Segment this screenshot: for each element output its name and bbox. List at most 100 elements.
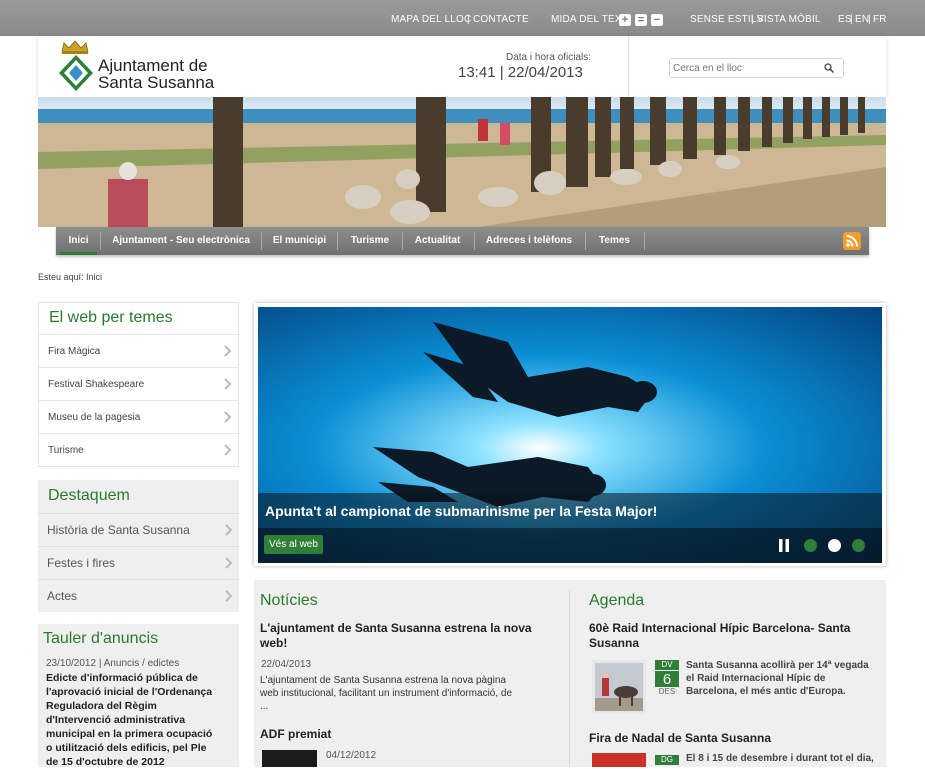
news-summary-line3: ...	[260, 701, 269, 712]
notice-line: Reguladora del Règim	[46, 700, 157, 712]
themes-item-label: Fira Màgica	[48, 346, 101, 357]
divider: |	[868, 14, 871, 25]
featured-item[interactable]: Festes i fires	[38, 546, 239, 579]
mobile-view-link[interactable]: VISTA MÒBIL	[757, 14, 821, 25]
divider: |	[751, 14, 754, 25]
official-datetime-value: 13:41 | 22/04/2013	[458, 64, 583, 81]
nav-separator	[261, 232, 262, 250]
slide-dot-2-active[interactable]	[828, 539, 841, 552]
text-size-increase-button[interactable]: +	[619, 14, 631, 26]
featured-item[interactable]: Actes	[38, 579, 239, 612]
notice-board-panel: Tauler d'anuncis 23/10/2012 | Anuncis / …	[38, 624, 239, 768]
news-summary-line1: L'ajuntament de Santa Susanna estrena la…	[260, 675, 506, 686]
breadcrumb: Esteu aquí: Inici	[38, 272, 103, 282]
nav-separator	[474, 232, 475, 250]
agenda-summary-line1: Santa Susanna acollirà per 14ª vegada	[686, 660, 869, 671]
slide-dot-3[interactable]	[852, 539, 865, 552]
themes-panel: El web per temes Fira Màgica Festival Sh…	[38, 302, 239, 467]
slide-dot-1[interactable]	[804, 539, 817, 552]
agenda-headline-2[interactable]: Fira de Nadal de Santa Susanna	[589, 731, 771, 746]
visit-website-button[interactable]: Vés al web	[264, 535, 323, 554]
horse-event-thumbnail[interactable]	[592, 660, 646, 714]
lang-fr-link[interactable]: FR	[873, 14, 887, 25]
hero-slider: Apunta't al campionat de submarinisme pe…	[254, 303, 886, 566]
notice-line: l'aprovació inicial de l'Ordenança	[46, 686, 213, 698]
nav-item-home[interactable]: Inici	[60, 227, 97, 255]
notice-line: o utilització dels edificis, pel Ple	[46, 742, 207, 754]
header-divider	[628, 36, 629, 98]
nav-item-temes[interactable]: Temes	[589, 227, 640, 255]
divider: |	[467, 14, 470, 25]
logo-text-line2[interactable]: Santa Susanna	[98, 73, 214, 93]
official-datetime-label: Data i hora oficials:	[506, 52, 592, 63]
sitemap-link[interactable]: MAPA DEL LLOC	[391, 14, 471, 25]
search-input[interactable]	[669, 58, 844, 78]
themes-title: El web per temes	[49, 309, 173, 326]
notice-line: de 15 d'octubre de 2012	[46, 756, 165, 768]
text-size-reset-button[interactable]: =	[635, 14, 647, 26]
chevron-right-icon	[224, 411, 232, 423]
column-divider	[569, 590, 570, 767]
agenda-summary-line3: Barcelona, el més antic d'Europa.	[686, 686, 846, 697]
featured-panel: Destaquem Història de Santa Susanna Fest…	[38, 480, 239, 612]
nav-item-adreces[interactable]: Adreces i telèfons	[478, 227, 580, 255]
nav-separator	[644, 232, 645, 250]
nav-item-municipi[interactable]: El municipi	[265, 227, 334, 255]
news-thumbnail[interactable]	[262, 750, 317, 767]
event-day-name: DV	[655, 660, 679, 670]
event-date-badge: DV 6 DES	[655, 660, 679, 697]
themes-item[interactable]: Festival Shakespeare	[39, 367, 238, 400]
main-navigation: Inici Ajuntament - Seu electrònica El mu…	[56, 227, 869, 255]
chevron-right-icon	[225, 557, 233, 569]
event-date-badge-2: DG	[655, 755, 679, 765]
themes-item[interactable]: Museu de la pagesia	[39, 400, 238, 433]
agenda-headline-line1[interactable]: 60è Raid Internacional Hípic Barcelona- …	[589, 621, 850, 636]
featured-title: Destaquem	[48, 487, 130, 504]
crown-icon	[61, 40, 89, 54]
nav-separator	[585, 232, 586, 250]
notice-line: Edicte d'informació pública de	[46, 672, 198, 684]
themes-item[interactable]: Turisme	[39, 433, 238, 466]
coat-of-arms-icon[interactable]	[58, 54, 94, 92]
featured-item[interactable]: Història de Santa Susanna	[38, 513, 239, 546]
search-icon[interactable]	[824, 63, 834, 73]
notice-board-title: Tauler d'anuncis	[43, 630, 159, 647]
nav-item-actualitat[interactable]: Actualitat	[406, 227, 469, 255]
agenda-headline-line2[interactable]: Susanna	[589, 636, 639, 651]
news-headline-2[interactable]: ADF premiat	[260, 727, 331, 742]
beach-banner-image	[38, 97, 886, 227]
pause-icon[interactable]	[778, 539, 790, 552]
themes-item-label: Festival Shakespeare	[48, 379, 145, 390]
slide-control-bar: Vés al web	[258, 528, 882, 563]
notice-meta: 23/10/2012 | Anuncis / edictes	[46, 658, 180, 669]
featured-item-label: Història de Santa Susanna	[47, 523, 190, 537]
agenda-summary-line2: el Raid Internacional Hípic de	[686, 673, 826, 684]
agenda-title: Agenda	[589, 592, 645, 609]
nav-item-ajuntament[interactable]: Ajuntament - Seu electrònica	[106, 227, 256, 255]
news-agenda-panel: Notícies L'ajuntament de Santa Susanna e…	[254, 580, 886, 767]
news-date-2: 04/12/2012	[326, 750, 377, 761]
news-headline-line1[interactable]: L'ajuntament de Santa Susanna estrena la…	[260, 621, 532, 636]
fair-event-thumbnail[interactable]	[592, 753, 646, 767]
news-headline-line2[interactable]: web!	[260, 636, 287, 651]
featured-item-label: Festes i fires	[47, 556, 116, 570]
nav-separator	[402, 232, 403, 250]
contact-link[interactable]: CONTACTE	[473, 14, 529, 25]
news-title: Notícies	[260, 592, 318, 609]
top-utility-bar: MAPA DEL LLOC | CONTACTE MIDA DEL TEXT +…	[0, 0, 925, 36]
text-size-label: MIDA DEL TEXT	[551, 14, 629, 25]
chevron-right-icon	[224, 444, 232, 456]
rss-icon[interactable]	[843, 232, 861, 250]
notice-line: d'Intervenció administrativa	[46, 714, 186, 726]
nav-item-turisme[interactable]: Turisme	[341, 227, 399, 255]
featured-item-label: Actes	[47, 589, 78, 603]
themes-item[interactable]: Fira Màgica	[39, 334, 238, 367]
nav-separator	[337, 232, 338, 250]
themes-item-label: Turisme	[48, 445, 84, 456]
divider: |	[850, 14, 853, 25]
notice-line: municipal en la primera ocupació	[46, 728, 213, 740]
chevron-right-icon	[225, 524, 233, 536]
text-size-decrease-button[interactable]: −	[651, 14, 663, 26]
slide-caption[interactable]: Apunta't al campionat de submarinisme pe…	[265, 503, 657, 519]
event-day-name-2: DG	[655, 755, 679, 765]
